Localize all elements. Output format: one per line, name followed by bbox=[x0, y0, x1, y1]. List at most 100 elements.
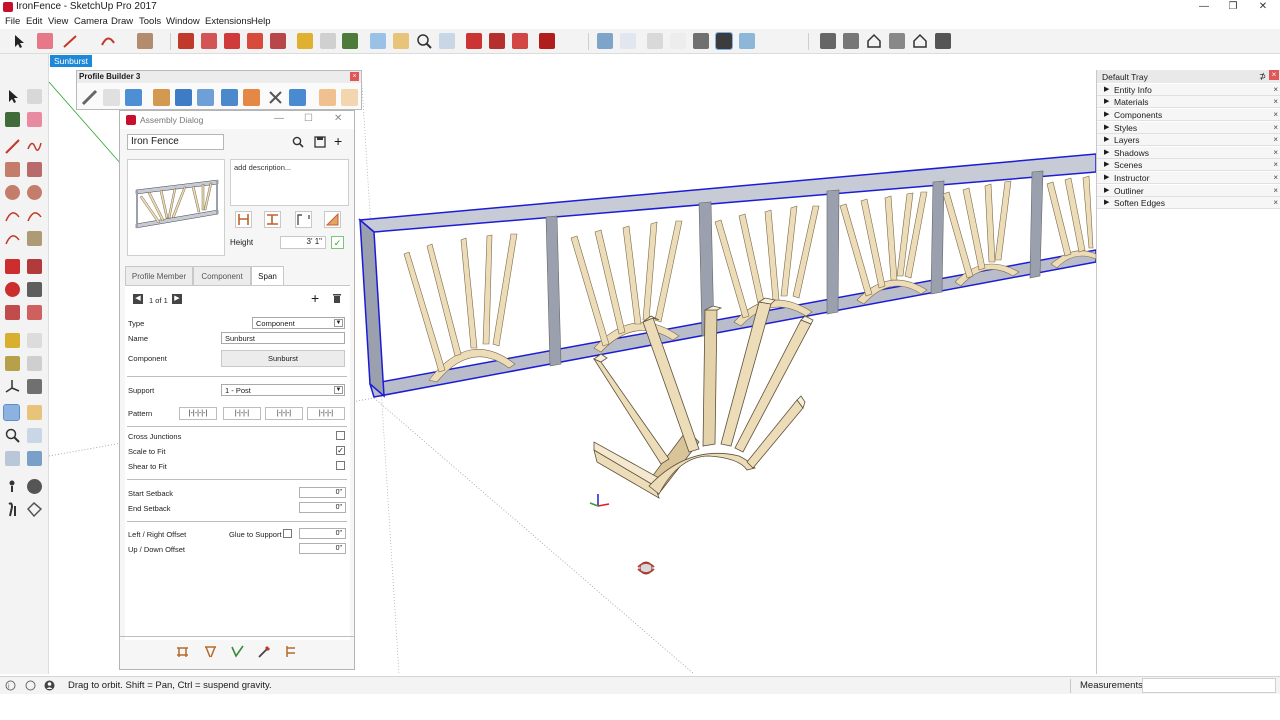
user-account-icon[interactable] bbox=[44, 680, 55, 694]
next-span-button[interactable]: ▶ bbox=[172, 294, 182, 304]
end-setback-field[interactable]: 0" bbox=[299, 502, 346, 513]
close-icon[interactable]: × bbox=[1273, 84, 1278, 96]
height-confirm-button[interactable]: ✓ bbox=[331, 236, 344, 249]
view-top-icon[interactable] bbox=[843, 33, 859, 49]
polygon-tool-icon[interactable] bbox=[27, 185, 42, 200]
pattern-option-1[interactable]: |-|-|-|-| bbox=[179, 407, 217, 420]
scene-tab-sunburst[interactable]: Sunburst bbox=[50, 55, 93, 67]
warehouse-icon[interactable] bbox=[466, 33, 482, 49]
profile-builder-close-button[interactable]: × bbox=[350, 72, 359, 81]
close-icon[interactable]: × bbox=[1273, 109, 1278, 121]
push-pull-tool-icon[interactable] bbox=[27, 259, 42, 274]
add-span-button[interactable]: + bbox=[311, 291, 319, 305]
eyedropper-icon[interactable] bbox=[257, 644, 272, 659]
menu-view[interactable]: View bbox=[48, 16, 68, 27]
cross-junctions-checkbox[interactable] bbox=[336, 431, 345, 440]
pie-tool-icon[interactable] bbox=[27, 231, 42, 246]
menu-tools[interactable]: Tools bbox=[139, 16, 161, 27]
start-setback-field[interactable]: 0" bbox=[299, 487, 346, 498]
tape-measure-icon[interactable] bbox=[5, 333, 20, 348]
previous-view-icon[interactable] bbox=[27, 451, 42, 466]
left-right-offset-field[interactable]: 0" bbox=[299, 528, 346, 539]
dialog-maximize-button[interactable]: ☐ bbox=[304, 113, 313, 124]
text-tool-icon[interactable] bbox=[27, 356, 42, 371]
menu-draw[interactable]: Draw bbox=[111, 16, 133, 27]
tray-item-scenes[interactable]: ▶ Scenes × bbox=[1097, 159, 1280, 171]
ruby-console-icon[interactable] bbox=[539, 33, 555, 49]
dimension-tool-icon[interactable] bbox=[27, 333, 42, 348]
tray-item-outliner[interactable]: ▶ Outliner × bbox=[1097, 185, 1280, 197]
tray-item-soften-edges[interactable]: ▶ Soften Edges × bbox=[1097, 197, 1280, 209]
close-icon[interactable]: × bbox=[1273, 172, 1278, 184]
axes-tool-icon[interactable] bbox=[5, 379, 20, 394]
style-shaded-textures-icon[interactable] bbox=[715, 32, 733, 50]
move-tool-icon[interactable] bbox=[178, 33, 194, 49]
up-down-offset-field[interactable]: 0" bbox=[299, 543, 346, 554]
paint-bucket-icon[interactable] bbox=[342, 33, 358, 49]
style-shaded-icon[interactable] bbox=[693, 33, 709, 49]
freehand-tool-icon[interactable] bbox=[27, 139, 42, 154]
shear-to-fit-checkbox[interactable] bbox=[336, 461, 345, 470]
rotate-tool-icon[interactable] bbox=[5, 282, 20, 297]
assembly-span-icon[interactable] bbox=[295, 211, 312, 228]
dialog-minimize-button[interactable]: — bbox=[274, 113, 284, 124]
menu-file[interactable]: File bbox=[5, 16, 20, 27]
eraser-tool-icon[interactable] bbox=[27, 112, 42, 127]
tray-item-materials[interactable]: ▶ Materials × bbox=[1097, 96, 1280, 108]
pb-draw-path-icon[interactable] bbox=[81, 89, 98, 106]
protractor-tool-icon[interactable] bbox=[5, 356, 20, 371]
dialog-close-button[interactable]: ✕ bbox=[334, 113, 342, 124]
style-xray-icon[interactable] bbox=[597, 33, 613, 49]
tab-profile-member[interactable]: Profile Member bbox=[125, 266, 193, 286]
tray-item-layers[interactable]: ▶ Layers × bbox=[1097, 134, 1280, 146]
walk-tool-icon[interactable] bbox=[5, 502, 20, 517]
assembly-name-field[interactable]: Iron Fence bbox=[127, 134, 224, 150]
style-hidden-line-icon[interactable] bbox=[670, 33, 686, 49]
zoom-window-icon[interactable] bbox=[27, 428, 42, 443]
add-assembly-icon[interactable]: + bbox=[334, 134, 342, 148]
tray-close-button[interactable]: × bbox=[1269, 70, 1279, 80]
previous-span-button[interactable]: ◀ bbox=[133, 294, 143, 304]
rectangle-tool-icon[interactable] bbox=[137, 33, 153, 49]
assembly-profile-icon[interactable] bbox=[235, 211, 252, 228]
extension-warehouse-icon[interactable] bbox=[489, 33, 505, 49]
geo-location-icon[interactable]: i bbox=[5, 680, 16, 694]
arc-tool-icon[interactable] bbox=[5, 208, 20, 223]
look-around-icon[interactable] bbox=[27, 479, 42, 494]
arc-tool-icon[interactable] bbox=[100, 33, 116, 49]
menu-camera[interactable]: Camera bbox=[74, 16, 108, 27]
select-tool-icon[interactable] bbox=[5, 89, 20, 104]
pb-assembly-icon[interactable] bbox=[175, 89, 192, 106]
close-icon[interactable]: × bbox=[1273, 122, 1278, 134]
circle-tool-icon[interactable] bbox=[5, 185, 20, 200]
pb-cut-icon[interactable] bbox=[267, 89, 284, 106]
assembly-description-field[interactable]: add description... bbox=[230, 159, 349, 206]
pattern-option-3[interactable]: |-|-|-| bbox=[265, 407, 303, 420]
tray-item-components[interactable]: ▶ Components × bbox=[1097, 109, 1280, 121]
edit-path-icon[interactable] bbox=[230, 644, 245, 659]
apply-assembly-icon[interactable] bbox=[175, 644, 190, 659]
tray-item-instructor[interactable]: ▶ Instructor × bbox=[1097, 172, 1280, 184]
menu-extensions[interactable]: Extensions bbox=[205, 16, 251, 27]
view-front-icon[interactable] bbox=[866, 33, 882, 49]
menu-help[interactable]: Help bbox=[251, 16, 271, 27]
pb-smart-member-icon[interactable] bbox=[221, 89, 238, 106]
select-tool-icon[interactable] bbox=[10, 33, 26, 49]
text-tool-icon[interactable] bbox=[320, 33, 336, 49]
pan-tool-icon[interactable] bbox=[27, 405, 42, 420]
close-icon[interactable]: × bbox=[1273, 147, 1278, 159]
zoom-extents-icon[interactable] bbox=[5, 451, 20, 466]
move-tool-icon[interactable] bbox=[5, 259, 20, 274]
close-icon[interactable]: × bbox=[1273, 185, 1278, 197]
pin-icon[interactable]: ⊅ bbox=[1259, 71, 1266, 82]
section-plane-icon[interactable] bbox=[26, 501, 43, 518]
tray-item-styles[interactable]: ▶ Styles × bbox=[1097, 122, 1280, 134]
pb-extend-icon[interactable] bbox=[243, 89, 260, 106]
zoom-extents-icon[interactable] bbox=[439, 33, 455, 49]
pattern-option-2[interactable]: |-|-|-| bbox=[223, 407, 261, 420]
tray-item-entity-info[interactable]: ▶ Entity Info × bbox=[1097, 84, 1280, 96]
follow-me-tool-icon[interactable] bbox=[247, 33, 263, 49]
view-iso-icon[interactable] bbox=[820, 33, 836, 49]
rectangle-tool-icon[interactable] bbox=[5, 162, 20, 177]
close-button[interactable]: ✕ bbox=[1248, 0, 1278, 15]
